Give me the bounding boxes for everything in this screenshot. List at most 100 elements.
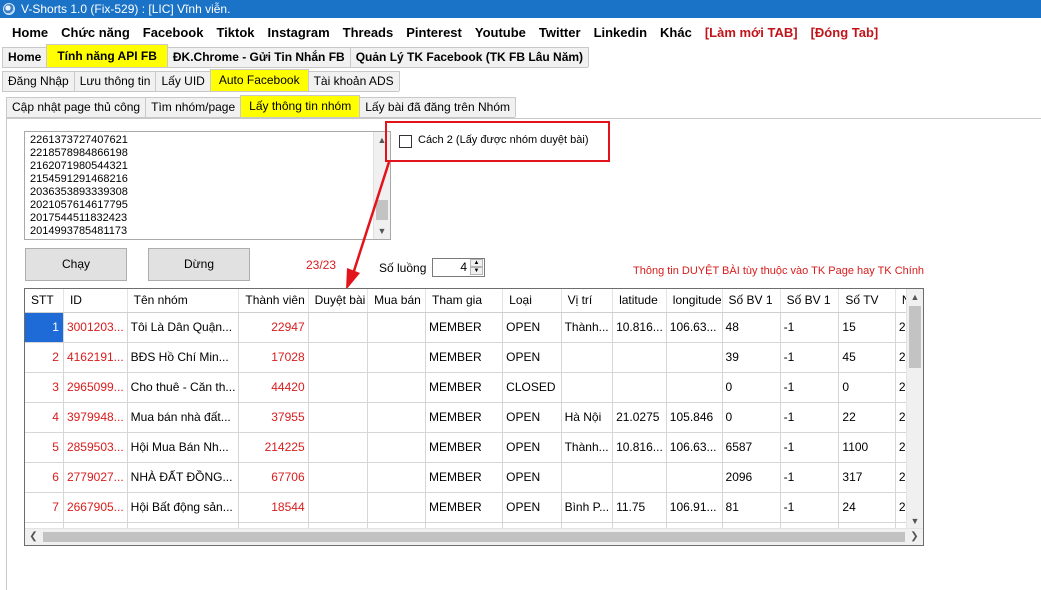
table-cell[interactable]: 18544 xyxy=(238,492,309,523)
table-cell[interactable]: 3001203... xyxy=(63,312,128,343)
column-header[interactable]: Mua bán xyxy=(367,289,426,313)
main-tab-2[interactable]: ĐK.Chrome - Gửi Tin Nhắn FB xyxy=(166,47,351,67)
table-cell[interactable]: Hà Nội xyxy=(561,402,614,433)
table-row[interactable]: 6 2779027... NHÀ ĐẤT ĐỒNG... 67706 MEMBER OPE… xyxy=(25,462,923,493)
table-cell[interactable]: MEMBER xyxy=(425,432,504,463)
table-cell[interactable]: OPEN xyxy=(502,492,562,523)
column-header[interactable]: latitude xyxy=(612,289,667,313)
table-cell[interactable]: 1100 xyxy=(838,432,896,463)
table-row[interactable]: 2 4162191... BĐS Hồ Chí Min... 17028 MEMBER O… xyxy=(25,342,923,373)
table-cell[interactable]: Cho thuê - Căn th... xyxy=(127,372,240,403)
table-cell[interactable]: -1 xyxy=(780,342,840,373)
table-cell[interactable]: 45 xyxy=(838,342,896,373)
table-cell[interactable]: NHÀ ĐẤT ĐỒNG... xyxy=(127,462,240,493)
table-cell[interactable]: 0 xyxy=(722,372,781,403)
table-cell[interactable]: OPEN xyxy=(502,312,562,343)
table-cell[interactable] xyxy=(666,342,723,373)
table-cell[interactable] xyxy=(367,432,426,463)
table-cell[interactable]: CLOSED xyxy=(502,372,562,403)
table-cell[interactable]: Mua bán nhà đất... xyxy=(127,402,240,433)
menu-item-11[interactable]: [Làm mới TAB] xyxy=(705,25,798,40)
table-cell[interactable]: -1 xyxy=(780,432,840,463)
table-cell[interactable]: 37955 xyxy=(238,402,309,433)
table-cell[interactable]: 214225 xyxy=(238,432,309,463)
table-cell[interactable]: OPEN xyxy=(502,342,562,373)
table-cell[interactable]: 317 xyxy=(838,462,896,493)
table-cell[interactable]: 106.91... xyxy=(666,492,723,523)
table-cell[interactable]: 106.63... xyxy=(666,312,723,343)
grid-hscroll-thumb[interactable] xyxy=(43,532,905,542)
menu-item-4[interactable]: Instagram xyxy=(268,25,330,40)
menu-item-12[interactable]: [Đóng Tab] xyxy=(811,25,879,40)
menu-item-5[interactable]: Threads xyxy=(343,25,394,40)
table-cell[interactable] xyxy=(666,372,723,403)
table-row[interactable]: 4 3979948... Mua bán nhà đất... 37955 MEMBER… xyxy=(25,402,923,433)
table-cell[interactable]: OPEN xyxy=(502,462,562,493)
auto-tab-1[interactable]: Tìm nhóm/page xyxy=(145,97,242,117)
table-cell[interactable]: 106.63... xyxy=(666,432,723,463)
column-header[interactable]: Số BV 1 xyxy=(722,289,781,313)
table-cell[interactable] xyxy=(561,372,614,403)
auto-tab-3[interactable]: Lấy bài đã đăng trên Nhóm xyxy=(359,97,516,117)
run-button[interactable]: Chạy xyxy=(25,248,127,281)
table-cell[interactable] xyxy=(367,312,426,343)
group-id-textarea[interactable]: 2261373727407621 2218578984866198 21620719… xyxy=(24,131,391,240)
grid-scroll-down-icon[interactable]: ▼ xyxy=(907,513,923,529)
menu-item-7[interactable]: Youtube xyxy=(475,25,526,40)
table-cell[interactable]: 0 xyxy=(722,402,781,433)
menu-item-8[interactable]: Twitter xyxy=(539,25,581,40)
grid-scroll-left-icon[interactable]: ❮ xyxy=(25,529,42,545)
table-cell[interactable]: MEMBER xyxy=(425,462,504,493)
grid-scroll-right-icon[interactable]: ❯ xyxy=(906,529,923,545)
column-header[interactable]: Số TV xyxy=(838,289,896,313)
table-cell[interactable]: 67706 xyxy=(238,462,309,493)
table-cell[interactable] xyxy=(308,462,369,493)
table-cell[interactable]: 2667905... xyxy=(63,492,128,523)
table-cell[interactable]: Bình P... xyxy=(561,492,614,523)
table-cell[interactable]: 3 xyxy=(25,372,64,403)
table-cell[interactable]: 2965099... xyxy=(63,372,128,403)
table-cell[interactable]: 3979948... xyxy=(63,402,128,433)
table-cell[interactable]: MEMBER xyxy=(425,402,504,433)
table-cell[interactable] xyxy=(308,342,369,373)
api-tab-1[interactable]: Lưu thông tin xyxy=(73,71,157,91)
table-cell[interactable]: 105.846 xyxy=(666,402,723,433)
table-cell[interactable] xyxy=(308,372,369,403)
menu-item-0[interactable]: Home xyxy=(12,25,48,40)
table-cell[interactable]: -1 xyxy=(780,462,840,493)
table-cell[interactable]: 44420 xyxy=(238,372,309,403)
option2-checkbox[interactable] xyxy=(399,135,412,148)
table-row[interactable]: 7 2667905... Hội Bất động sản... 18544 MEMBE… xyxy=(25,492,923,523)
menu-item-10[interactable]: Khác xyxy=(660,25,692,40)
table-cell[interactable]: 2096 xyxy=(722,462,781,493)
table-cell[interactable]: 7 xyxy=(25,492,64,523)
main-tab-3[interactable]: Quản Lý TK Facebook (TK FB Lâu Năm) xyxy=(349,47,590,67)
table-cell[interactable]: Hội Mua Bán Nh... xyxy=(127,432,240,463)
column-header[interactable]: Loại xyxy=(502,289,562,313)
table-row[interactable]: 5 2859503... Hội Mua Bán Nh... 214225 MEMBER… xyxy=(25,432,923,463)
table-cell[interactable]: -1 xyxy=(780,312,840,343)
api-tab-2[interactable]: Lấy UID xyxy=(155,71,211,91)
table-cell[interactable]: MEMBER xyxy=(425,342,504,373)
menu-item-1[interactable]: Chức năng xyxy=(61,25,130,40)
table-cell[interactable]: 24 xyxy=(838,492,896,523)
table-cell[interactable] xyxy=(308,492,369,523)
table-cell[interactable] xyxy=(367,492,426,523)
column-header[interactable]: longitude xyxy=(666,289,723,313)
grid-scroll-up-icon[interactable]: ▲ xyxy=(907,289,923,305)
menu-item-6[interactable]: Pinterest xyxy=(406,25,462,40)
table-cell[interactable]: 2859503... xyxy=(63,432,128,463)
table-cell[interactable] xyxy=(367,342,426,373)
table-cell[interactable] xyxy=(367,402,426,433)
table-cell[interactable]: -1 xyxy=(780,402,840,433)
grid-horizontal-scrollbar[interactable]: ❮ ❯ xyxy=(25,528,923,545)
menu-item-9[interactable]: Linkedin xyxy=(594,25,647,40)
table-cell[interactable] xyxy=(308,312,369,343)
table-cell[interactable]: OPEN xyxy=(502,402,562,433)
table-cell[interactable] xyxy=(367,372,426,403)
table-cell[interactable]: 5 xyxy=(25,432,64,463)
api-tab-0[interactable]: Đăng Nhập xyxy=(2,71,75,91)
grid-vscroll-thumb[interactable] xyxy=(909,306,921,368)
table-cell[interactable] xyxy=(612,372,667,403)
menu-item-2[interactable]: Facebook xyxy=(143,25,204,40)
